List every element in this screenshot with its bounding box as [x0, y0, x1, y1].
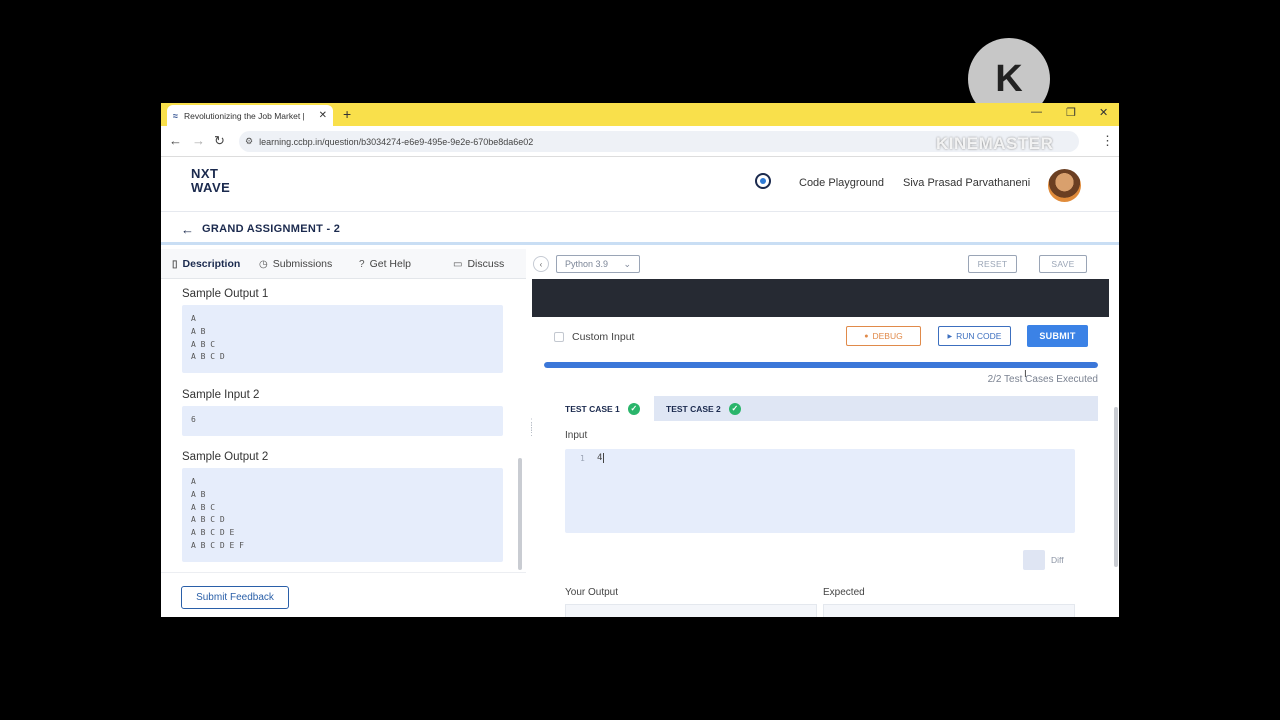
code-line: A B — [191, 489, 206, 499]
sample-output-1-box: A A B A B C A B C D — [182, 305, 503, 373]
back-arrow-icon[interactable]: ← — [181, 222, 194, 237]
user-name[interactable]: Siva Prasad Parvathaneni — [903, 177, 1030, 189]
expected-box — [823, 604, 1075, 617]
test-progress-bar — [544, 362, 1098, 368]
clock-icon: ◷ — [259, 258, 268, 270]
code-line: A B C D — [191, 352, 225, 362]
diff-label: Diff — [1051, 555, 1064, 565]
site-info-icon[interactable]: ⚙ — [245, 136, 253, 147]
line-number: 1 — [580, 454, 585, 463]
code-line: A B — [191, 326, 206, 336]
check-icon: ✓ — [728, 402, 741, 415]
feedback-footer: Submit Feedback — [161, 572, 526, 617]
code-playground-link[interactable]: Code Playground — [799, 177, 884, 189]
sample-output-2-box: A A B A B C A B C D A B C D E A B C D E … — [182, 468, 503, 562]
editor-toolbar: ‹ Python 3.9 ⌄ RESET SAVE — [531, 249, 1119, 279]
test-input-box[interactable]: 1 4 — [565, 449, 1075, 533]
kinemaster-watermark: KINEMASTER — [936, 134, 1054, 153]
url-text: learning.ccbp.in/question/b3034274-e6e9-… — [259, 136, 534, 147]
timer-icon[interactable] — [755, 173, 771, 189]
new-tab-icon[interactable]: + — [343, 106, 351, 122]
code-line: A B C D E — [191, 528, 235, 538]
submit-button[interactable]: SUBMIT — [1027, 325, 1088, 347]
reload-icon[interactable]: ↻ — [214, 133, 225, 149]
language-select[interactable]: Python 3.9 ⌄ — [556, 255, 640, 273]
chat-icon: ▭ — [453, 258, 463, 270]
favicon-icon: ≈ — [173, 110, 178, 121]
code-line: A B C D E F — [191, 540, 244, 550]
tab-title: Revolutionizing the Job Market | NxtWave — [183, 110, 304, 121]
document-icon: ▯ — [172, 258, 178, 270]
text-cursor-icon: I — [1024, 369, 1027, 380]
minimize-icon[interactable]: — — [1031, 106, 1042, 118]
restore-icon[interactable]: ❐ — [1066, 106, 1076, 119]
custom-input-label: Custom Input — [572, 331, 635, 343]
check-icon: ✓ — [627, 402, 640, 415]
run-code-button[interactable]: ▶ RUN CODE — [938, 326, 1011, 346]
code-line: A — [191, 477, 196, 486]
browser-tab[interactable]: ≈ Revolutionizing the Job Market | NxtWa… — [167, 105, 333, 126]
nxtwave-logo[interactable]: NXT WAVE — [191, 167, 230, 195]
diff-toggle[interactable] — [1023, 550, 1045, 570]
bug-icon: ● — [864, 332, 869, 340]
save-button[interactable]: SAVE — [1039, 255, 1087, 273]
reset-button[interactable]: RESET — [968, 255, 1017, 273]
forward-icon[interactable]: → — [192, 133, 205, 148]
back-icon[interactable]: ← — [169, 133, 182, 148]
assignment-bar: ← GRAND ASSIGNMENT - 2 — [161, 213, 1119, 245]
tab-test-case-2[interactable]: TEST CASE 2 ✓ — [646, 396, 756, 421]
your-output-label: Your Output — [565, 587, 619, 598]
description-panel[interactable]: Sample Output 1 A A B A B C A B C D Samp… — [161, 280, 526, 572]
app-header: NXT WAVE Code Playground Siva Prasad Par… — [161, 157, 1119, 212]
code-line: A B C D — [191, 515, 225, 525]
test-cases-executed: 2/2 Test Cases Executed — [987, 374, 1098, 385]
tab-description[interactable]: ▯ Description — [172, 258, 240, 270]
tab-test-case-1[interactable]: TEST CASE 1 ✓ — [545, 396, 654, 421]
tab-submissions[interactable]: ◷ Submissions — [259, 258, 332, 270]
play-icon: ▶ — [947, 333, 953, 340]
code-line: 6 — [191, 415, 196, 424]
description-tabs: ▯ Description ◷ Submissions ? Get Help ▭… — [161, 249, 526, 279]
debug-button[interactable]: ● DEBUG — [846, 326, 921, 346]
collapse-pane-icon[interactable]: ‹ — [533, 256, 549, 272]
sample-output-2-label: Sample Output 2 — [182, 451, 269, 463]
progress-fill — [544, 362, 1098, 368]
page-title: GRAND ASSIGNMENT - 2 — [202, 223, 341, 235]
custom-input-checkbox[interactable] — [554, 332, 564, 342]
code-editor[interactable] — [532, 279, 1109, 317]
browser-toolbar: ← → ↻ ⚙ learning.ccbp.in/question/b30342… — [161, 126, 1119, 157]
close-window-icon[interactable]: ✕ — [1099, 106, 1108, 119]
action-bar: Custom Input ● DEBUG ▶ RUN CODE SUBMIT — [531, 320, 1119, 356]
browser-menu-icon[interactable]: ⋮ — [1101, 133, 1114, 149]
code-line: A B C — [191, 339, 216, 349]
chevron-down-icon: ⌄ — [623, 258, 631, 269]
sample-input-2-label: Sample Input 2 — [182, 389, 260, 401]
sample-input-2-box: 6 — [182, 406, 503, 436]
submit-feedback-button[interactable]: Submit Feedback — [181, 586, 289, 609]
code-line: A — [191, 314, 196, 323]
code-line: A B C — [191, 502, 216, 512]
tab-get-help[interactable]: ? Get Help — [359, 258, 411, 270]
results-scrollbar[interactable] — [1114, 407, 1118, 567]
your-output-box — [565, 604, 817, 617]
close-tab-icon[interactable]: ✕ — [319, 110, 327, 121]
avatar[interactable] — [1048, 169, 1081, 202]
browser-window: ≈ Revolutionizing the Job Market | NxtWa… — [161, 103, 1119, 617]
pane-splitter-handle[interactable]: ⋮ ⋮ ⋮ — [527, 418, 536, 437]
input-label: Input — [565, 430, 588, 441]
tab-discuss[interactable]: ▭ Discuss — [453, 258, 504, 270]
test-case-tabs: TEST CASE 1 ✓ TEST CASE 2 ✓ — [545, 396, 1098, 421]
help-icon: ? — [359, 258, 365, 270]
expected-label: Expected — [823, 587, 865, 598]
sample-output-1-label: Sample Output 1 — [182, 288, 269, 300]
tab-strip: ≈ Revolutionizing the Job Market | NxtWa… — [161, 103, 1119, 126]
description-scrollbar[interactable] — [518, 458, 522, 570]
line-value: 4 — [597, 453, 605, 463]
